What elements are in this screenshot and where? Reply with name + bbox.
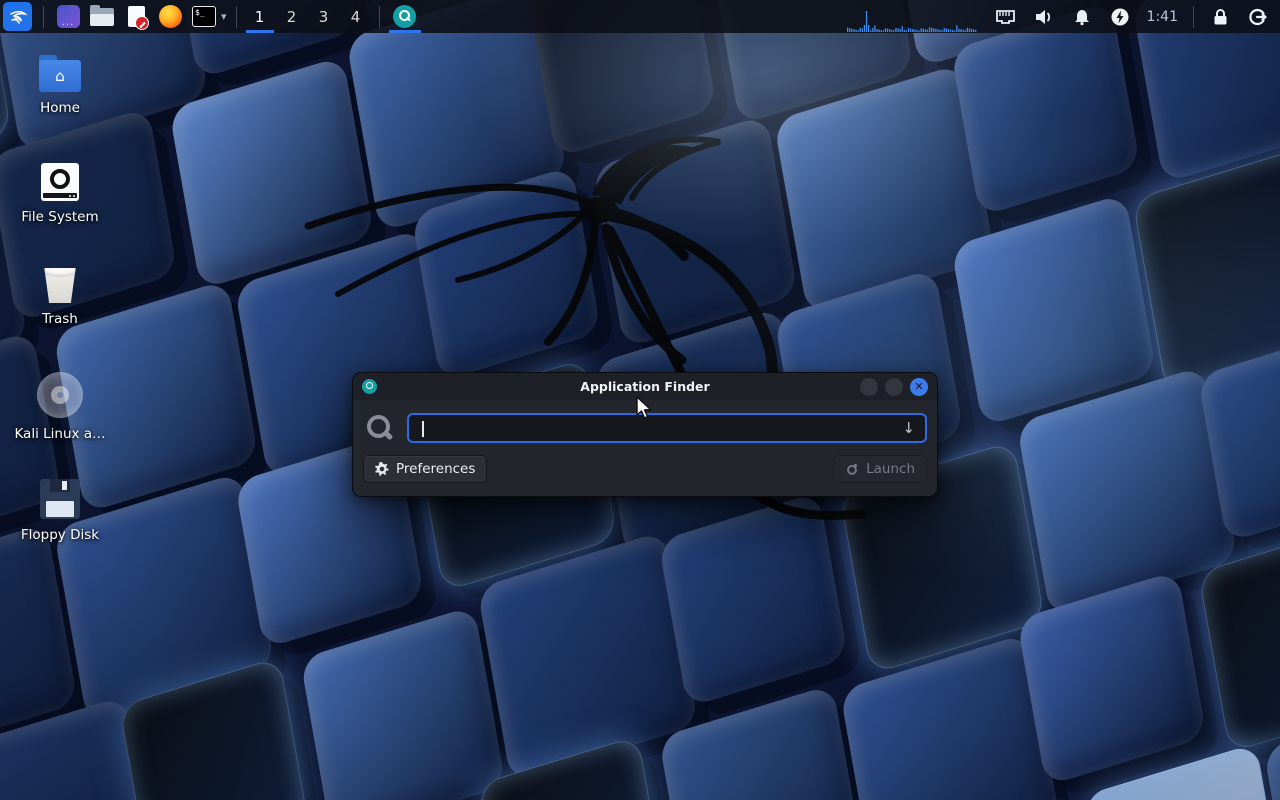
workspace-1[interactable]: 1 [244, 0, 276, 33]
notifications-tray-icon[interactable] [1070, 2, 1094, 31]
launch-gear-icon [845, 462, 859, 476]
text-caret [422, 421, 424, 437]
search-icon [364, 413, 394, 443]
power-manager-icon [1110, 7, 1130, 27]
workspace-3[interactable]: 3 [308, 0, 340, 33]
launcher-app-window[interactable] [55, 2, 81, 31]
launcher-firefox[interactable] [157, 2, 183, 31]
window-app-icon [362, 379, 377, 394]
taskbar-application-finder[interactable] [387, 0, 423, 33]
preferences-button[interactable]: Preferences [363, 455, 487, 483]
launch-button[interactable]: Launch [833, 455, 927, 483]
workspace-4[interactable]: 4 [340, 0, 372, 33]
top-panel: $_ ▾ 1 2 3 4 [0, 0, 1280, 33]
panel-separator [379, 6, 380, 28]
gear-icon [375, 462, 389, 476]
minimize-button[interactable] [860, 378, 878, 396]
launch-label: Launch [866, 461, 915, 477]
desktop-icon-floppy[interactable]: Floppy Disk [12, 479, 108, 543]
desktop-icon-label: Trash [12, 311, 108, 327]
hard-drive-icon [41, 163, 79, 201]
logout-button[interactable] [1246, 2, 1270, 31]
workspace-label: 2 [287, 8, 297, 26]
kali-logo-icon [8, 7, 28, 27]
panel-separator [43, 6, 44, 28]
preferences-label: Preferences [396, 461, 475, 477]
speaker-icon [1034, 8, 1054, 26]
trash-icon [43, 265, 77, 303]
lock-screen-button[interactable] [1208, 2, 1232, 31]
desktop-icon-label: Home [12, 100, 108, 116]
desktop-icon-file-system[interactable]: File System [12, 163, 108, 225]
panel-separator [1193, 6, 1194, 28]
app-window-icon [57, 5, 80, 28]
desktop-icon-trash[interactable]: Trash [12, 265, 108, 327]
document-icon [128, 6, 145, 27]
launcher-text-editor[interactable] [123, 2, 149, 31]
window-title: Application Finder [413, 379, 877, 394]
desktop-icon-label: Floppy Disk [12, 527, 108, 543]
application-finder-window: Application Finder ✕ ↓ Preferences [352, 372, 938, 497]
launcher-terminal[interactable]: $_ [191, 2, 217, 31]
panel-clock[interactable]: 1:41 [1147, 9, 1178, 25]
network-tray-icon[interactable] [994, 2, 1018, 31]
chevron-down-icon[interactable]: ▾ [221, 10, 227, 23]
application-finder-icon [393, 5, 416, 28]
desktop-icon-label: Kali Linux a… [12, 426, 108, 442]
logout-icon [1248, 7, 1268, 27]
desktop-icon-home[interactable]: ⌂ Home [12, 60, 108, 116]
cd-disc-icon [37, 372, 83, 418]
desktop-icon-label: File System [12, 209, 108, 225]
lock-icon [1212, 8, 1229, 26]
system-load-graph[interactable] [847, 0, 977, 33]
search-input[interactable]: ↓ [407, 413, 927, 443]
dropdown-arrow-icon[interactable]: ↓ [902, 419, 915, 437]
workspace-label: 1 [255, 8, 265, 26]
applications-menu-button[interactable] [3, 2, 32, 31]
home-folder-icon: ⌂ [39, 60, 81, 92]
folder-icon [90, 8, 114, 26]
workspace-label: 3 [319, 8, 329, 26]
close-button[interactable]: ✕ [910, 378, 928, 396]
panel-separator [236, 6, 237, 28]
maximize-button[interactable] [885, 378, 903, 396]
workspace-label: 4 [351, 8, 361, 26]
launcher-file-manager[interactable] [89, 2, 115, 31]
mouse-cursor [633, 396, 655, 420]
ethernet-icon [995, 8, 1016, 26]
workspace-2[interactable]: 2 [276, 0, 308, 33]
terminal-icon: $_ [192, 6, 216, 27]
power-manager-tray-icon[interactable] [1108, 2, 1132, 31]
volume-tray-icon[interactable] [1032, 2, 1056, 31]
bell-icon [1073, 8, 1091, 26]
floppy-disk-icon [40, 479, 80, 519]
desktop-icon-kali-cd[interactable]: Kali Linux a… [12, 372, 108, 442]
firefox-icon [159, 5, 182, 28]
